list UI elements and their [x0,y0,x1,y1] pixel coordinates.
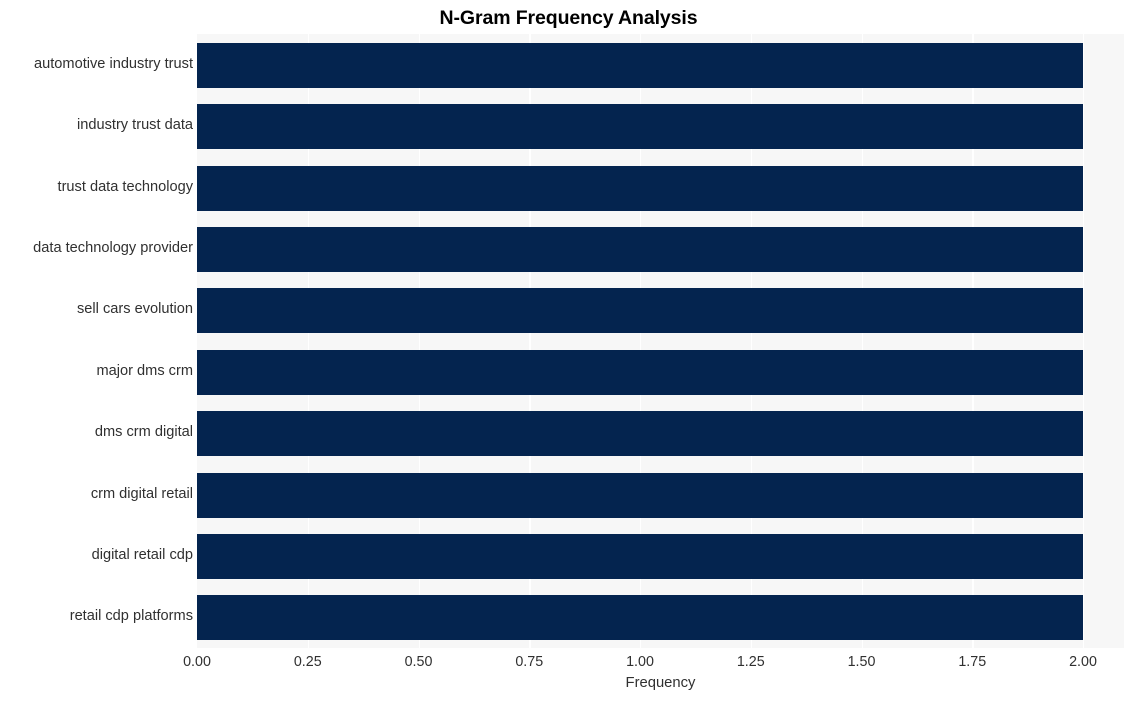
y-tick-label: industry trust data [77,117,193,134]
bar[interactable] [197,226,1083,272]
bar[interactable] [197,165,1083,211]
y-tick-label: crm digital retail [90,485,193,502]
x-tick-label: 0.50 [404,654,433,670]
bar[interactable] [197,411,1083,457]
x-tick-label: 0.00 [183,654,211,670]
bar[interactable] [197,288,1083,334]
bar[interactable] [197,595,1083,641]
gridline [1083,34,1085,648]
x-axis-title: Frequency [625,675,696,691]
y-tick-label: retail cdp platforms [69,608,193,625]
y-axis-tick-labels: automotive industry trust industry trust … [0,34,193,648]
x-tick-label: 1.00 [626,654,654,670]
bar[interactable] [197,104,1083,150]
plot-area [197,34,1124,648]
y-tick-label: automotive industry trust [34,55,193,72]
y-tick-label: dms crm digital [94,424,193,441]
x-tick-label: 0.75 [515,654,544,670]
y-tick-label: major dms crm [96,362,193,379]
x-tick-label: 1.75 [958,654,987,670]
x-tick-label: 2.00 [1069,654,1097,670]
x-tick-label: 0.25 [293,654,322,670]
bar[interactable] [197,472,1083,518]
y-tick-label: data technology provider [33,239,193,256]
y-tick-label: trust data technology [57,178,193,195]
y-tick-label: sell cars evolution [77,301,193,318]
bar[interactable] [197,533,1083,579]
chart-figure: N-Gram Frequency Analysis automotive ind… [0,0,1137,701]
bar[interactable] [197,349,1083,395]
x-tick-label: 1.50 [847,654,876,670]
bar[interactable] [197,42,1083,88]
x-tick-label: 1.25 [736,654,765,670]
chart-title: N-Gram Frequency Analysis [439,7,698,29]
y-tick-label: digital retail cdp [91,546,193,563]
